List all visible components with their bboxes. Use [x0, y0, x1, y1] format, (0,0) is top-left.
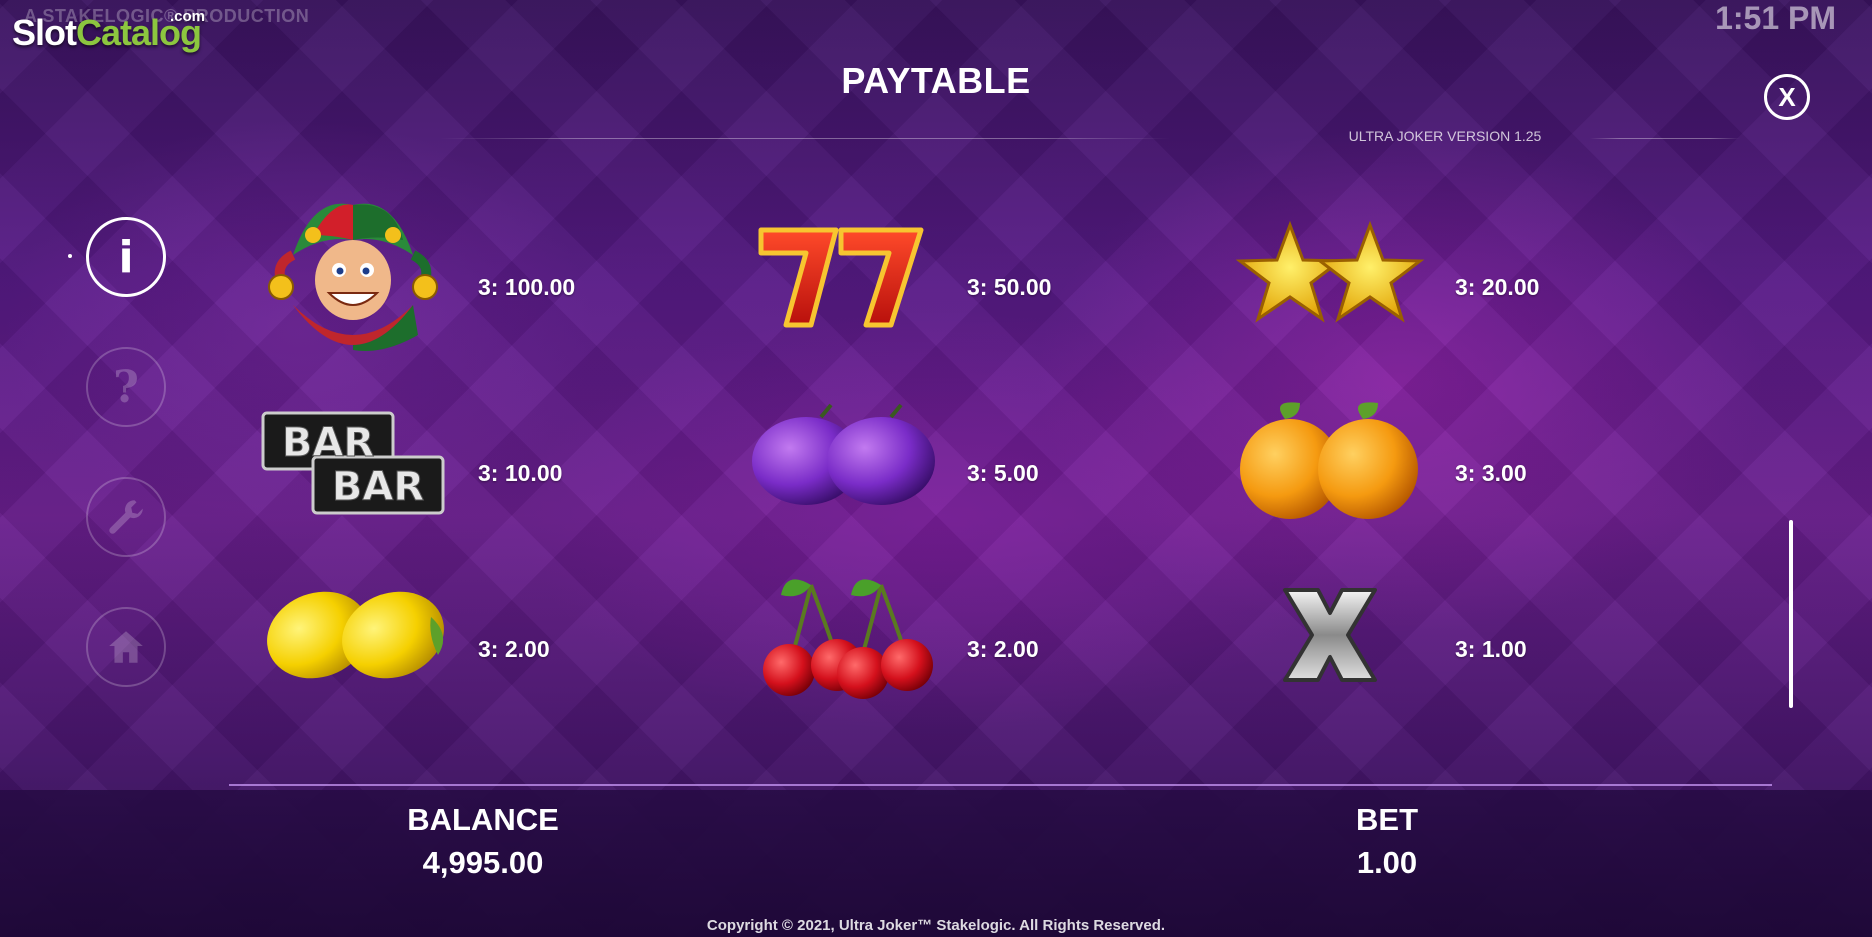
oranges-symbol — [1230, 381, 1430, 541]
footer-bar — [0, 790, 1872, 937]
wrench-icon — [109, 500, 143, 534]
close-button[interactable]: X — [1764, 74, 1810, 120]
scrollbar[interactable] — [1789, 520, 1793, 708]
help-icon: ? — [113, 361, 139, 413]
payout-double-seven: 3: 50.00 — [967, 274, 1052, 300]
double-star-symbol — [1230, 195, 1430, 355]
payout-plums: 3: 5.00 — [967, 460, 1039, 486]
payout-double-star: 3: 20.00 — [1455, 274, 1540, 300]
help-button[interactable]: ? — [86, 347, 166, 427]
plums-symbol — [741, 381, 941, 541]
copyright-text: Copyright © 2021, Ultra Joker™ Stakelogi… — [706, 917, 1166, 934]
silver-x-symbol — [1230, 555, 1430, 715]
payout-cherries: 3: 2.00 — [967, 636, 1039, 662]
lemons-symbol — [253, 555, 453, 715]
settings-button[interactable] — [86, 477, 166, 557]
bet-label: BET — [1356, 802, 1418, 837]
bar-bottom-text: BAR — [332, 464, 424, 510]
logo-com: .com — [170, 8, 206, 25]
double-seven-symbol — [741, 195, 941, 355]
bar-bar-symbol: BAR BAR — [253, 381, 453, 541]
info-button[interactable]: i — [86, 217, 166, 297]
payout-lemons: 3: 2.00 — [478, 636, 550, 662]
balance-label: BALANCE — [407, 802, 559, 837]
page-title: PAYTABLE — [841, 60, 1031, 101]
bar-top-text: BAR — [282, 420, 374, 466]
balance-value: 4,995.00 — [422, 845, 544, 880]
joker-symbol — [253, 195, 453, 355]
clock: 1:51 PM — [1715, 0, 1836, 36]
payout-joker: 3: 100.00 — [478, 274, 576, 300]
slotcatalog-logo: SlotCatalog .com — [12, 8, 205, 54]
title-divider-left — [440, 138, 1170, 139]
close-icon: X — [1778, 81, 1796, 112]
payout-silver-x: 3: 1.00 — [1455, 636, 1527, 662]
cherries-symbol — [741, 555, 941, 715]
footer-divider — [229, 784, 1772, 786]
info-icon: i — [118, 231, 134, 283]
logo-slot: Slot — [12, 12, 77, 53]
house-icon — [109, 631, 143, 663]
version-label: ULTRA JOKER VERSION 1.25 — [1348, 128, 1542, 144]
payout-bar-bar: 3: 10.00 — [478, 460, 563, 486]
bet-value: 1.00 — [1356, 845, 1418, 880]
active-indicator — [68, 254, 72, 258]
title-divider-right — [1590, 138, 1740, 139]
payout-oranges: 3: 3.00 — [1455, 460, 1527, 486]
home-button[interactable] — [86, 607, 166, 687]
